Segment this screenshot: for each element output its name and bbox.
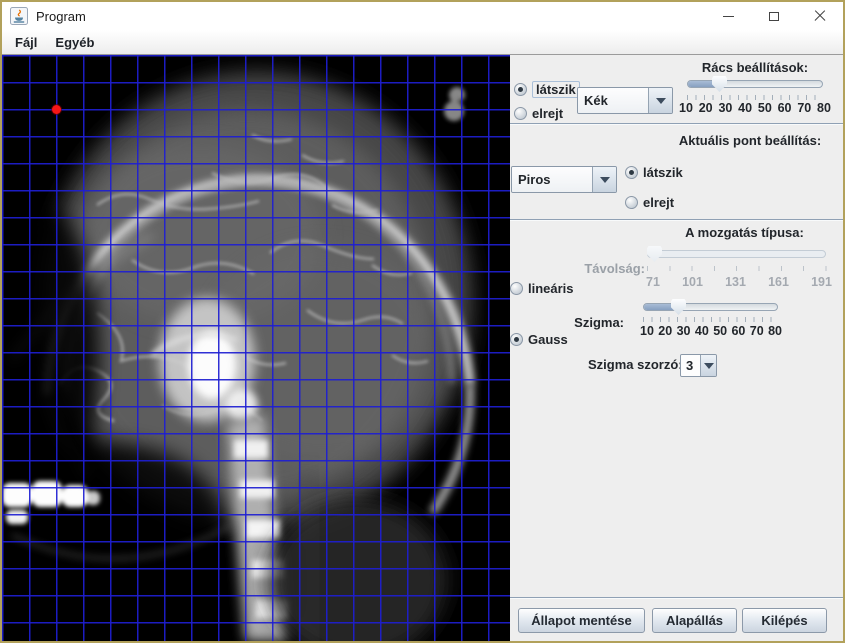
title-bar[interactable]: Program: [2, 2, 843, 30]
point-visible-label: látszik: [643, 165, 683, 180]
grid-color-value: Kék: [578, 88, 648, 113]
grid-size-slider-labels: 1020304050607080: [679, 101, 831, 115]
grid-size-slider[interactable]: [687, 80, 823, 88]
sigma-multiplier-select[interactable]: 3: [680, 354, 717, 377]
linear-label: lineáris: [528, 281, 574, 296]
skull-xray-image: [2, 55, 510, 641]
point-hide-radio[interactable]: elrejt: [625, 195, 674, 210]
grid-visible-label: látszik: [532, 81, 580, 98]
sigma-slider-ticks: [643, 317, 778, 322]
java-app-icon: [10, 7, 28, 25]
current-point-marker[interactable]: [52, 105, 61, 114]
point-visible-radio[interactable]: látszik: [625, 165, 683, 180]
grid-size-slider-thumb[interactable]: [712, 76, 727, 92]
minimize-icon: [723, 16, 734, 17]
grid-color-select[interactable]: Kék: [577, 87, 673, 114]
section-separator: [510, 219, 843, 221]
save-state-button[interactable]: Állapot mentése: [518, 608, 645, 633]
chevron-down-icon: [656, 98, 666, 104]
point-hide-label: elrejt: [643, 195, 674, 210]
footer-separator: [510, 597, 843, 599]
grid-section-title: Rács beállítások:: [677, 60, 833, 75]
maximize-button[interactable]: [751, 2, 797, 30]
exit-button[interactable]: Kilépés: [742, 608, 827, 633]
sigma-slider-labels: 1020304050607080: [640, 324, 782, 338]
sigma-multiplier-dropdown-button[interactable]: [700, 355, 716, 376]
distance-slider-ticks: [647, 266, 827, 271]
reset-button[interactable]: Alapállás: [652, 608, 737, 633]
movement-linear-radio[interactable]: lineáris: [510, 281, 574, 296]
radio-icon: [625, 166, 638, 179]
point-color-select[interactable]: Piros: [511, 166, 617, 193]
gauss-label: Gauss: [528, 332, 568, 347]
radio-icon: [514, 83, 527, 96]
app-window: Program Fájl Egyéb: [0, 0, 845, 643]
distance-slider-labels: 71101131161191: [646, 275, 832, 289]
radio-icon: [514, 107, 527, 120]
radio-icon: [625, 196, 638, 209]
radio-icon: [510, 333, 523, 346]
chevron-down-icon: [600, 177, 610, 183]
movement-gauss-radio[interactable]: Gauss: [510, 332, 568, 347]
grid-visible-radio[interactable]: látszik: [514, 81, 580, 98]
grid-color-dropdown-button[interactable]: [648, 88, 672, 113]
chevron-down-icon: [704, 363, 714, 369]
grid-hide-label: elrejt: [532, 106, 563, 121]
sigma-multiplier-label: Szigma szorzó:: [588, 357, 676, 372]
menu-item-fajl[interactable]: Fájl: [6, 32, 46, 53]
grid-hide-radio[interactable]: elrejt: [514, 106, 563, 121]
xray-canvas[interactable]: [2, 55, 510, 641]
section-separator: [510, 123, 843, 125]
point-color-dropdown-button[interactable]: [592, 167, 616, 192]
minimize-button[interactable]: [705, 2, 751, 30]
radio-icon: [510, 282, 523, 295]
close-icon: [814, 10, 826, 22]
distance-label: Távolság:: [570, 261, 645, 276]
grid-size-slider-ticks: [687, 95, 823, 100]
control-panel: Rács beállítások: látszik elrejt Kék 102…: [510, 55, 843, 641]
point-color-value: Piros: [512, 167, 592, 192]
close-button[interactable]: [797, 2, 843, 30]
sigma-slider[interactable]: [643, 303, 778, 311]
menu-bar: Fájl Egyéb: [2, 30, 843, 55]
point-section-title: Aktuális pont beállítás:: [670, 133, 830, 148]
window-title: Program: [36, 9, 705, 24]
menu-item-egyeb[interactable]: Egyéb: [46, 32, 103, 53]
distance-slider: [647, 250, 826, 258]
sigma-multiplier-value: 3: [681, 355, 700, 376]
sigma-slider-thumb[interactable]: [671, 299, 686, 315]
sigma-label: Szigma:: [550, 315, 624, 330]
maximize-icon: [769, 12, 779, 21]
distance-slider-thumb: [647, 246, 662, 262]
movement-section-title: A mozgatás típusa:: [667, 225, 822, 240]
